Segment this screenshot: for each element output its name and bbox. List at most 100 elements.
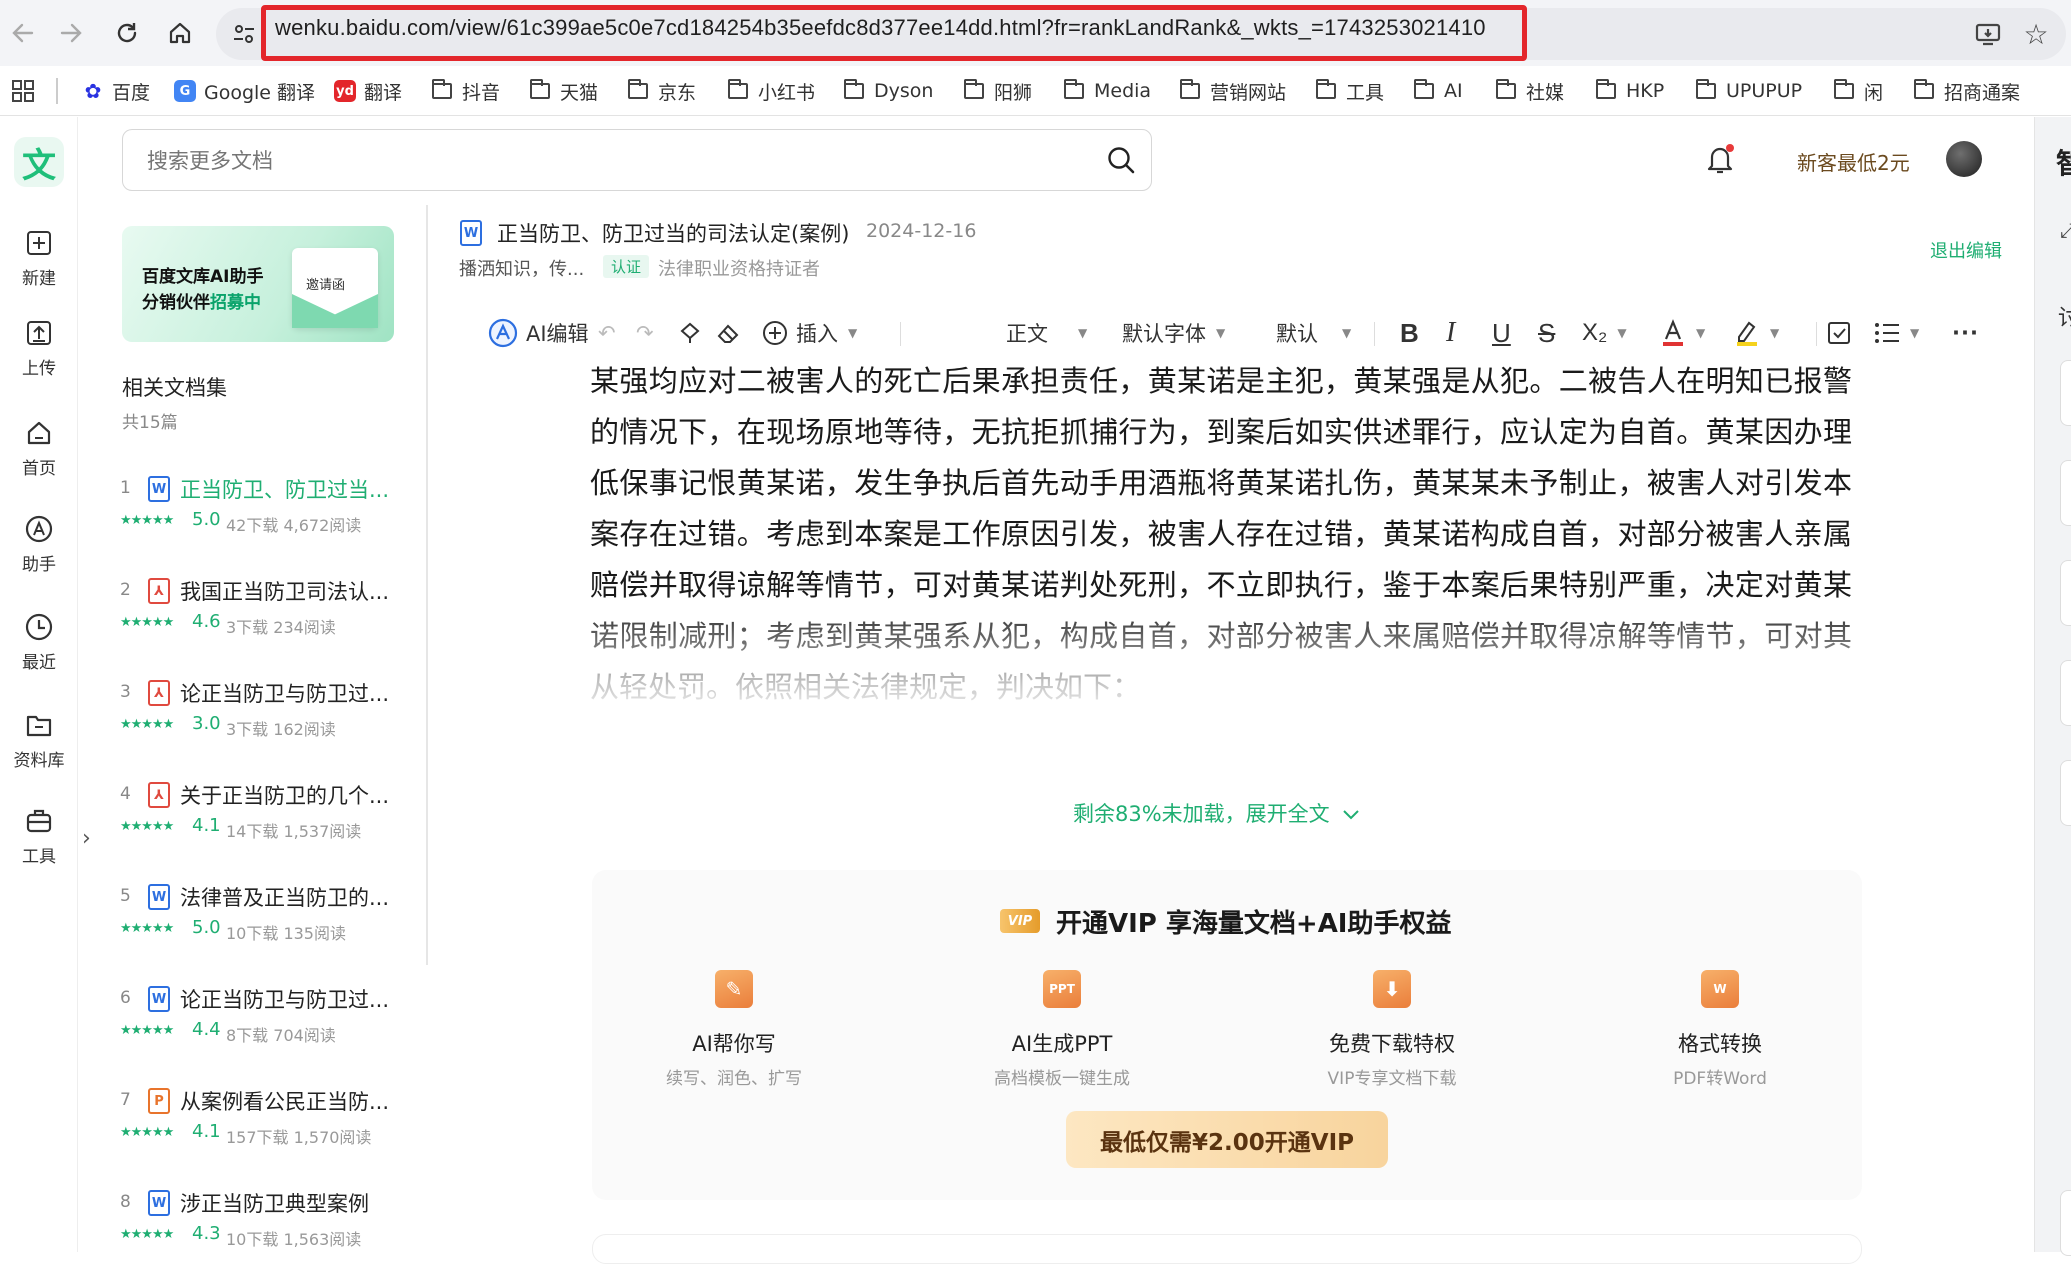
rail-item-0[interactable]: 新建	[0, 228, 78, 298]
related-doc-item[interactable]: 6 W 论正当防卫与防卫过... ★★★★★ 4.4 8下载 704阅读	[118, 978, 418, 1068]
format-painter-icon[interactable]	[678, 312, 702, 354]
bookmark-17[interactable]: 招商通案	[1913, 76, 2020, 106]
home-icon[interactable]	[157, 10, 203, 56]
search-input[interactable]	[147, 146, 1047, 176]
strikethrough-button[interactable]: S	[1538, 312, 1555, 354]
doc-title[interactable]: 正当防卫、防卫过当...	[180, 474, 420, 504]
paragraph-style-select[interactable]: 正文 ▼	[1006, 312, 1087, 354]
rating-score: 5.0	[192, 917, 221, 938]
back-arrow-icon[interactable]	[0, 10, 46, 56]
chevron-right-icon[interactable]: ›	[82, 826, 91, 851]
doc-title[interactable]: 法律普及正当防卫的...	[180, 882, 420, 912]
highlight-color-button[interactable]: ▼	[1734, 312, 1779, 354]
bookmark-11[interactable]: 工具	[1315, 76, 1384, 106]
ai-edit-button[interactable]: AI编辑	[488, 312, 589, 354]
vip-feature[interactable]: ✎ AI帮你写 续写、润色、扩写	[614, 970, 854, 1089]
right-panel-tab[interactable]	[2060, 560, 2071, 626]
doc-title[interactable]: 论正当防卫与防卫过...	[180, 678, 420, 708]
related-doc-item[interactable]: 3 ⅄ 论正当防卫与防卫过... ★★★★★ 3.0 3下载 162阅读	[118, 672, 418, 762]
related-doc-item[interactable]: 1 W 正当防卫、防卫过当... ★★★★★ 5.0 42下载 4,672阅读	[118, 468, 418, 558]
undo-icon[interactable]: ↶	[598, 312, 616, 354]
vip-feature[interactable]: W 格式转换 PDF转Word	[1600, 970, 1840, 1089]
rail-item-3[interactable]: 助手	[0, 514, 78, 584]
rail-item-2[interactable]: 首页	[0, 418, 78, 488]
right-panel-tab[interactable]	[2060, 360, 2071, 426]
bookmark-16[interactable]: 闲	[1833, 76, 1883, 106]
right-panel-tab[interactable]	[2060, 660, 2071, 726]
subscript-button[interactable]: X₂ ▼	[1582, 312, 1627, 354]
bookmark-0[interactable]: ✿ 百度	[82, 76, 150, 106]
wenku-logo[interactable]: 文	[14, 137, 64, 187]
vip-feature[interactable]: PPT AI生成PPT 高档模板一键生成	[942, 970, 1182, 1089]
ai-partner-banner[interactable]: 百度文库AI助手 分销伙伴招募中 邀请函	[122, 226, 394, 342]
bookmark-8[interactable]: 阳狮	[963, 76, 1032, 106]
discussion-label[interactable]: 讨	[2058, 300, 2071, 332]
browser-toolbar: wenku.baidu.com/view/61c399ae5c0e7cd1842…	[0, 0, 2071, 66]
bookmark-13[interactable]: 社媒	[1495, 76, 1564, 106]
bookmark-1[interactable]: G Google 翻译	[174, 76, 315, 106]
expand-icon[interactable]: ⤢	[2060, 218, 2071, 242]
doc-title[interactable]: 涉正当防卫典型案例	[180, 1188, 420, 1218]
document-body: 某强均应对二被害人的死亡后果承担责任，黄某诺是主犯，黄某强是从犯。二被告人在明知…	[590, 364, 1852, 704]
right-panel-tab[interactable]	[2060, 460, 2071, 526]
avatar[interactable]	[1946, 141, 1982, 177]
bold-button[interactable]: B	[1400, 312, 1419, 354]
doc-title[interactable]: 从案例看公民正当防...	[180, 1086, 420, 1116]
rail-item-6[interactable]: 工具	[0, 806, 78, 876]
underline-button[interactable]: U	[1492, 312, 1511, 354]
doc-title[interactable]: 关于正当防卫的几个...	[180, 780, 420, 810]
reload-icon[interactable]	[104, 10, 150, 56]
font-color-button[interactable]: ▼	[1660, 312, 1705, 354]
bookmark-12[interactable]: AI	[1413, 76, 1463, 106]
related-doc-item[interactable]: 4 ⅄ 关于正当防卫的几个... ★★★★★ 4.1 14下载 1,537阅读	[118, 774, 418, 864]
rail-item-1[interactable]: 上传	[0, 318, 78, 388]
doc-title[interactable]: 我国正当防卫司法认...	[180, 576, 420, 606]
font-family-select[interactable]: 默认字体 ▼	[1122, 312, 1225, 354]
expand-full-text-link[interactable]: 剩余83%未加载，展开全文	[1073, 798, 1360, 828]
search-icon[interactable]	[1106, 145, 1136, 175]
bookmark-15[interactable]: UPUPUP	[1695, 76, 1802, 106]
vip-feature[interactable]: ⬇ 免费下载特权 VIP专享文档下载	[1272, 970, 1512, 1089]
bullet-list-button[interactable]: ▼	[1874, 312, 1919, 354]
related-doc-item[interactable]: 5 W 法律普及正当防卫的... ★★★★★ 5.0 10下载 135阅读	[118, 876, 418, 966]
doc-title[interactable]: 论正当防卫与防卫过...	[180, 984, 420, 1014]
eraser-icon[interactable]	[716, 312, 740, 354]
folder-icon	[843, 79, 864, 99]
new-customer-promo[interactable]: 新客最低2元	[1797, 147, 1910, 176]
bookmark-10[interactable]: 营销网站	[1179, 76, 1286, 106]
bookmark-3[interactable]: 抖音	[431, 76, 500, 106]
bookmark-2[interactable]: yd 翻译	[334, 76, 402, 106]
forward-arrow-icon[interactable]	[48, 10, 94, 56]
apps-grid-icon[interactable]	[12, 76, 34, 106]
search-box[interactable]	[122, 129, 1152, 191]
checkbox-list-icon[interactable]	[1826, 312, 1852, 354]
insert-menu[interactable]: 插入 ▼	[762, 312, 857, 354]
rail-item-5[interactable]: 资料库	[0, 710, 78, 780]
italic-button[interactable]: I	[1446, 312, 1455, 354]
open-vip-button[interactable]: 最低仅需¥2.00开通VIP	[1066, 1111, 1388, 1168]
bookmark-5[interactable]: 京东	[627, 76, 696, 106]
bookmark-7[interactable]: Dyson	[843, 76, 933, 106]
redo-icon[interactable]: ↷	[636, 312, 654, 354]
document-author[interactable]: 播洒知识，传...	[459, 255, 584, 281]
bookmark-6[interactable]: 小红书	[727, 76, 815, 106]
bookmark-9[interactable]: Media	[1063, 76, 1151, 106]
right-panel-tab[interactable]	[2060, 1190, 2071, 1256]
site-info-icon[interactable]	[226, 16, 262, 52]
related-doc-item[interactable]: 8 W 涉正当防卫典型案例 ★★★★★ 4.3 10下载 1,563阅读	[118, 1182, 418, 1272]
exit-edit-button[interactable]: 退出编辑	[1930, 237, 2002, 263]
bookmark-4[interactable]: 天猫	[529, 76, 598, 106]
font-size-select[interactable]: 默认 ▼	[1276, 312, 1351, 354]
bookmark-14[interactable]: HKP	[1595, 76, 1664, 106]
word-doc-icon: W	[148, 884, 170, 910]
more-options-icon[interactable]: ···	[1952, 312, 1979, 354]
smart-assistant-label[interactable]: 智	[2056, 142, 2071, 182]
related-doc-item[interactable]: 2 ⅄ 我国正当防卫司法认... ★★★★★ 4.6 3下载 234阅读	[118, 570, 418, 660]
install-app-icon[interactable]	[1968, 14, 2008, 54]
bookmark-star-icon[interactable]: ☆	[2016, 14, 2056, 54]
related-doc-item[interactable]: 7 P 从案例看公民正当防... ★★★★★ 4.1 157下载 1,570阅读	[118, 1080, 418, 1170]
folder-icon	[1179, 79, 1200, 99]
bell-icon[interactable]	[1704, 142, 1736, 176]
rail-item-4[interactable]: 最近	[0, 612, 78, 682]
right-panel-tab[interactable]	[2060, 760, 2071, 826]
